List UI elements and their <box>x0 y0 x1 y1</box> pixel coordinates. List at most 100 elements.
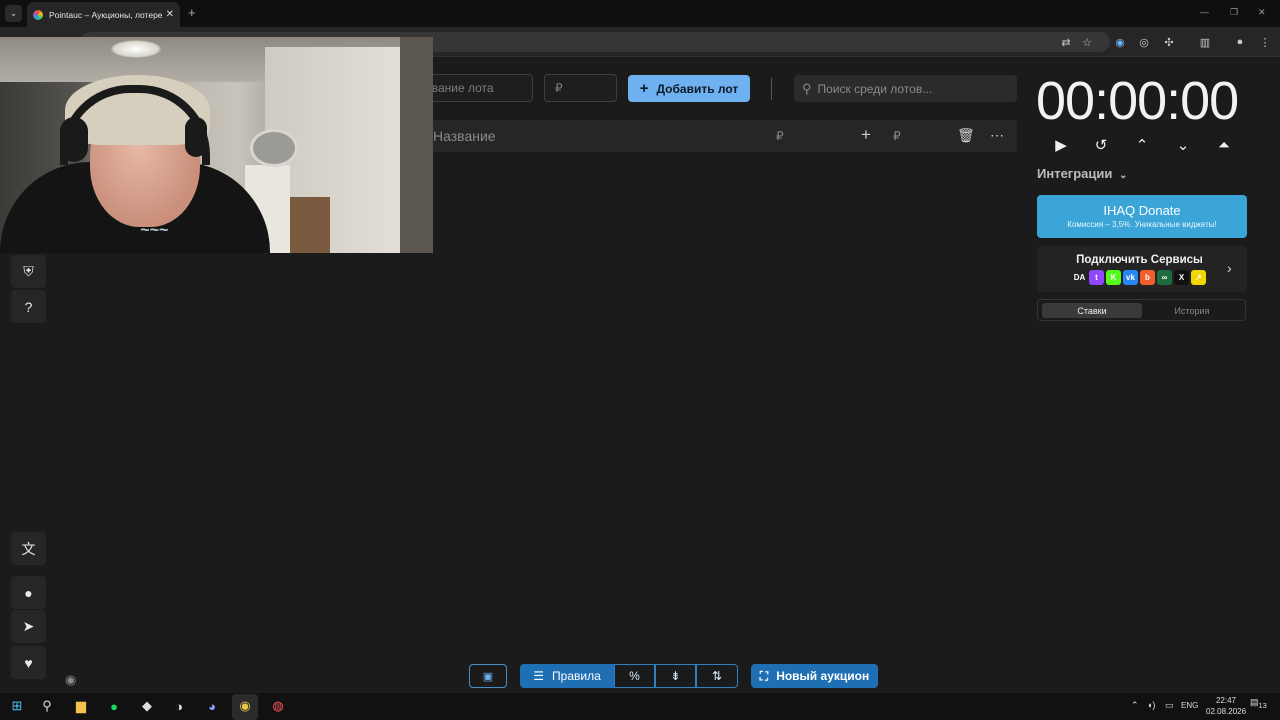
lot-amount-input[interactable]: ₽ <box>544 74 617 102</box>
obs-icon[interactable]: ◍ <box>269 697 287 715</box>
reset-icon[interactable]: ↺ <box>1090 136 1112 154</box>
delete-icon[interactable]: 🗑 <box>957 127 975 144</box>
steam-icon[interactable]: ◑ <box>170 697 188 715</box>
rules-label: Правила <box>552 669 601 683</box>
service-x-icon: X <box>1174 270 1189 285</box>
clock-time: 22:47 <box>1215 696 1237 705</box>
service-icons: DA t Kvk b ∞ X ↗ <box>1072 270 1206 285</box>
language-indicator[interactable]: ENG <box>1181 701 1198 710</box>
browser-menu-icon[interactable]: ⋮ <box>1256 33 1274 51</box>
donate-hand-icon[interactable]: ♥ <box>11 646 46 679</box>
network-icon[interactable]: ▭ <box>1165 700 1174 711</box>
eye-icon[interactable]: ◉ <box>65 672 76 688</box>
ihaq-donate-card[interactable]: IHAQ Donate Комиссия – 3,5%. Уникальные … <box>1037 195 1247 238</box>
more-options-icon[interactable]: ⋯ <box>990 127 1004 144</box>
integrations-dropdown[interactable]: Интеграции ⌄ <box>1037 166 1127 181</box>
search-placeholder: Поиск среди лотов... <box>817 81 933 96</box>
lot-amount[interactable]: ₽ <box>776 129 784 143</box>
site-favicon-icon <box>33 9 43 20</box>
github-icon[interactable]: ● <box>11 576 46 609</box>
media-icon[interactable]: ◉ <box>1111 33 1129 51</box>
new-auction-button[interactable]: ⛶ Новый аукцион <box>751 664 878 688</box>
align-center-icon[interactable]: ⇟ <box>655 664 696 688</box>
tab-search-icon[interactable]: ⌄ <box>5 5 22 22</box>
browser-tab-active[interactable]: Pointauc – Аукционы, лотереи ✕ <box>27 2 180 27</box>
chevron-right-icon: › <box>1227 260 1232 276</box>
discord-icon[interactable]: ◕ <box>203 697 221 715</box>
help-icon[interactable]: ? <box>11 290 46 323</box>
taskbar-search-icon[interactable]: ⚲ <box>38 697 56 715</box>
webcam-lamp <box>110 40 162 58</box>
webcam-earcup-right <box>185 117 207 157</box>
add-lot-label: Добавить лот <box>656 81 739 96</box>
search-icon: ⚲ <box>802 80 812 96</box>
service-goodgame-icon: ∞ <box>1157 270 1172 285</box>
add-amount-plus-icon[interactable]: + <box>861 125 871 145</box>
decrease-time-icon[interactable]: ⌄ <box>1172 136 1194 154</box>
lot-search-input[interactable]: ⚲ Поиск среди лотов... <box>794 75 1017 102</box>
bookmark-star-icon[interactable]: ☆ <box>1078 33 1096 51</box>
shield-icon[interactable]: ⛨ <box>11 255 46 288</box>
taskbar <box>0 693 1280 720</box>
increase-time-icon[interactable]: ⌃ <box>1131 136 1153 154</box>
play-icon[interactable]: ▶ <box>1050 136 1072 154</box>
window-close-icon[interactable]: ✕ <box>1258 7 1266 18</box>
notification-center-icon[interactable]: ▤13 <box>1250 697 1267 710</box>
bids-history-tabs: Ставки История <box>1037 299 1246 321</box>
extensions-puzzle-icon[interactable]: ✣ <box>1160 33 1178 51</box>
telegram-icon[interactable]: ➤ <box>11 610 46 643</box>
service-boosty-icon: b <box>1140 270 1155 285</box>
windows-start-icon[interactable]: ⊞ <box>8 697 26 715</box>
integrations-label: Интеграции <box>1037 166 1113 181</box>
translate-language-icon[interactable]: 文 <box>11 532 46 565</box>
webcam-overlay: ~~~ <box>0 37 433 253</box>
translate-icon[interactable]: ⇄ <box>1057 33 1075 51</box>
service-twitch-icon: t <box>1089 270 1104 285</box>
double-increase-icon[interactable]: ⏶ <box>1213 136 1235 154</box>
webcam-boxes <box>290 197 330 253</box>
webcam-fan <box>250 129 298 167</box>
clock-date: 02.08.2026 <box>1206 707 1247 716</box>
sort-icon[interactable]: ⇅ <box>696 664 738 688</box>
chrome-icon[interactable]: ◉ <box>236 697 254 715</box>
side-panel-icon[interactable]: ▥ <box>1196 33 1214 51</box>
new-auction-icon: ⛶ <box>759 668 769 683</box>
chevron-down-icon: ⌄ <box>1118 170 1128 181</box>
add-lot-button[interactable]: + Добавить лот <box>628 75 750 102</box>
clock[interactable]: 22:47 02.08.2026 <box>1206 695 1246 717</box>
donate-subtitle: Комиссия – 3,5%. Уникальные виджеты! <box>1067 220 1217 229</box>
lot-name[interactable]: Название <box>433 128 496 144</box>
tab-history[interactable]: История <box>1142 303 1242 318</box>
plus-icon: + <box>639 80 649 97</box>
app-icon[interactable]: ◆ <box>138 697 156 715</box>
service-other-icon: ↗ <box>1191 270 1206 285</box>
restore-icon[interactable]: ❐ <box>1230 7 1238 18</box>
tab-close-icon[interactable]: ✕ <box>166 9 174 20</box>
webcam-door <box>400 37 433 253</box>
divider <box>771 78 772 100</box>
rules-icon: ☰ <box>533 669 545 683</box>
service-DA-icon: DA <box>1072 270 1087 285</box>
service-kick-icon: K <box>1106 270 1121 285</box>
service-vk-icon: vk <box>1123 270 1138 285</box>
connect-services-card[interactable]: Подключить Сервисы DA t Kvk b ∞ X ↗ › <box>1037 246 1247 292</box>
percent-button[interactable]: % <box>614 664 655 688</box>
tab-title: Pointauc – Аукционы, лотереи <box>49 9 162 20</box>
tray-overflow-icon[interactable]: ⌃ <box>1131 700 1139 711</box>
add-amount-field[interactable]: ₽ <box>893 129 901 143</box>
profile-avatar[interactable]: ● <box>1231 33 1249 51</box>
connect-services-title: Подключить Сервисы <box>1076 254 1203 266</box>
spotify-icon[interactable]: ● <box>105 697 123 715</box>
file-explorer-icon[interactable]: ▆ <box>72 697 90 715</box>
volume-icon[interactable]: ◖) <box>1147 700 1155 710</box>
extension-icon[interactable]: ◎ <box>1135 33 1153 51</box>
new-auction-label: Новый аукцион <box>776 669 870 683</box>
minimize-icon[interactable]: — <box>1200 7 1209 17</box>
new-tab-button[interactable]: + <box>188 5 196 20</box>
donate-title: IHAQ Donate <box>1103 203 1181 218</box>
auction-timer: 00:00:00 <box>1036 71 1239 131</box>
tab-bids[interactable]: Ставки <box>1042 303 1142 318</box>
webcam-earcup-left <box>60 117 88 162</box>
rules-button[interactable]: ☰ Правила <box>520 664 614 688</box>
save-icon[interactable]: ▣ <box>469 664 507 688</box>
